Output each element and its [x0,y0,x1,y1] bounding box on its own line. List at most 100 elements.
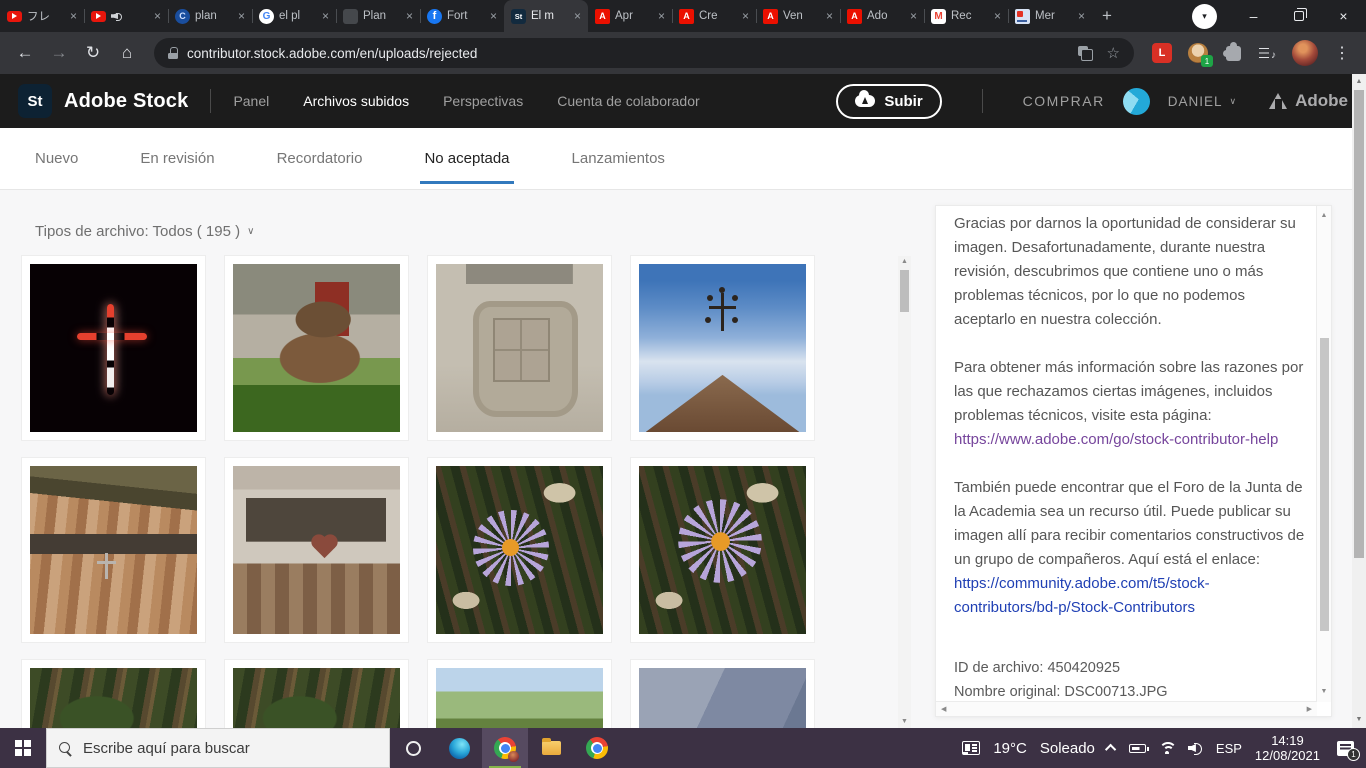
nav-item-archivos-subidos[interactable]: Archivos subidos [303,93,409,109]
nav-item-perspectivas[interactable]: Perspectivas [443,93,523,109]
file-type-filter[interactable]: Tipos de archivo: Todos ( 195 ) ∨ [35,223,254,240]
image-card[interactable] [428,660,611,728]
grid-scrollbar[interactable]: ▲ ▼ [898,256,911,728]
tab-close-icon[interactable]: × [406,9,413,23]
cortana-button[interactable] [390,728,436,768]
close-window-button[interactable]: × [1321,0,1366,32]
tab-no-aceptada[interactable]: No aceptada [420,128,514,189]
minimize-button[interactable]: – [1231,0,1276,32]
help-link[interactable]: https://www.adobe.com/go/stock-contribut… [954,431,1278,448]
user-menu[interactable]: DANIEL ∨ [1168,94,1237,109]
upload-button[interactable]: Subir [836,83,942,119]
browser-tab[interactable]: A Cre × [672,0,756,32]
tab-close-icon[interactable]: × [742,9,749,23]
tab-nuevo[interactable]: Nuevo [35,128,78,189]
image-card[interactable] [225,660,408,728]
image-card[interactable] [22,458,205,642]
extension-monkey-icon[interactable]: 1 [1188,43,1213,67]
back-button[interactable]: ← [10,38,40,68]
volume-icon[interactable] [1188,742,1203,755]
weather-desc[interactable]: Soleado [1040,740,1095,757]
tab-close-icon[interactable]: × [574,9,581,23]
user-avatar[interactable] [1122,87,1150,115]
image-card[interactable] [225,256,408,440]
browser-tab-active[interactable]: St El m × [504,0,588,32]
scroll-left-icon[interactable]: ◀ [941,702,946,717]
adobe-stock-logo[interactable]: St [18,84,52,118]
start-button[interactable] [0,728,46,768]
restore-button[interactable] [1276,0,1321,32]
forward-button[interactable]: → [44,38,74,68]
new-tab-button[interactable]: + [1092,0,1122,32]
news-widget-icon[interactable] [962,741,981,755]
tab-close-icon[interactable]: × [238,9,245,23]
tab-en-revision[interactable]: En revisión [140,128,214,189]
image-card[interactable] [22,256,205,440]
browser-tab[interactable]: G el pl × [252,0,336,32]
reload-button[interactable]: ↻ [78,38,108,68]
clock[interactable]: 14:19 12/08/2021 [1255,733,1320,764]
tab-audio-icon[interactable] [111,11,122,21]
address-bar[interactable]: contributor.stock.adobe.com/en/uploads/r… [154,38,1134,68]
scroll-up-icon[interactable]: ▲ [1352,76,1366,88]
browser-tab[interactable]: C plan × [168,0,252,32]
scroll-down-icon[interactable]: ▼ [898,716,911,728]
tab-close-icon[interactable]: × [826,9,833,23]
chrome-button-active[interactable] [482,728,528,768]
image-card[interactable] [225,458,408,642]
extension-lastpass-icon[interactable]: L [1152,43,1172,63]
nav-item-panel[interactable]: Panel [233,93,269,109]
browser-tab[interactable]: Plan × [336,0,420,32]
browser-menu-icon[interactable]: ⋮ [1334,43,1350,63]
page-url[interactable]: contributor.stock.adobe.com/en/uploads/r… [187,46,1078,61]
battery-icon[interactable] [1128,743,1149,753]
extensions-puzzle-icon[interactable] [1222,42,1241,61]
tab-close-icon[interactable]: × [490,9,497,23]
taskbar-search[interactable]: Escribe aquí para buscar [46,728,390,768]
browser-tab[interactable]: A Ado × [840,0,924,32]
browser-profile-avatar[interactable] [1292,40,1318,66]
scrollbar-thumb[interactable] [1320,338,1329,631]
tab-close-icon[interactable]: × [910,9,917,23]
scroll-down-icon[interactable]: ▼ [1317,686,1331,698]
scroll-up-icon[interactable]: ▲ [1317,210,1331,222]
scroll-up-icon[interactable]: ▲ [898,256,911,268]
panel-horizontal-scrollbar[interactable]: ◀ ▶ [936,701,1317,716]
language-indicator[interactable]: ESP [1216,741,1242,756]
scroll-down-icon[interactable]: ▼ [1352,714,1366,726]
scroll-right-icon[interactable]: ▶ [1307,702,1312,717]
image-card[interactable] [631,256,814,440]
scrollbar-thumb[interactable] [1354,90,1364,558]
page-scrollbar[interactable]: ▲ ▼ [1352,74,1366,728]
adobe-brand[interactable]: Adobe [1269,91,1348,111]
bookmark-star-icon[interactable]: ☆ [1107,44,1120,62]
community-link[interactable]: https://community.adobe.com/t5/stock-con… [954,575,1210,616]
browser-tab[interactable]: A Apr × [588,0,672,32]
browser-tab[interactable]: A Ven × [756,0,840,32]
panel-vertical-scrollbar[interactable]: ▲ ▼ [1316,206,1331,702]
tab-search-button[interactable]: ▾ [1192,4,1217,29]
image-card[interactable] [428,458,611,642]
tab-close-icon[interactable]: × [994,9,1001,23]
home-button[interactable]: ⌂ [112,38,142,68]
media-controls-icon[interactable]: ♪ [1259,46,1276,61]
tab-recordatorio[interactable]: Recordatorio [277,128,363,189]
nav-item-cuenta[interactable]: Cuenta de colaborador [557,93,699,109]
secure-lock-icon[interactable] [168,47,178,59]
tray-chevron-up-icon[interactable] [1104,743,1117,756]
browser-tab[interactable]: M Rec × [924,0,1008,32]
chrome-button[interactable] [574,728,620,768]
image-card[interactable] [631,458,814,642]
comprar-link[interactable]: COMPRAR [1023,93,1105,109]
image-card[interactable] [22,660,205,728]
browser-tab[interactable]: フレ × [0,0,84,32]
wifi-icon[interactable] [1158,742,1175,754]
edge-button[interactable] [436,728,482,768]
tab-close-icon[interactable]: × [322,9,329,23]
browser-tab[interactable]: f Fort × [420,0,504,32]
browser-tab[interactable]: Mer × [1008,0,1092,32]
translate-icon[interactable] [1077,45,1093,61]
tab-close-icon[interactable]: × [70,9,77,23]
browser-tab[interactable]: × [84,0,168,32]
image-card[interactable] [631,660,814,728]
